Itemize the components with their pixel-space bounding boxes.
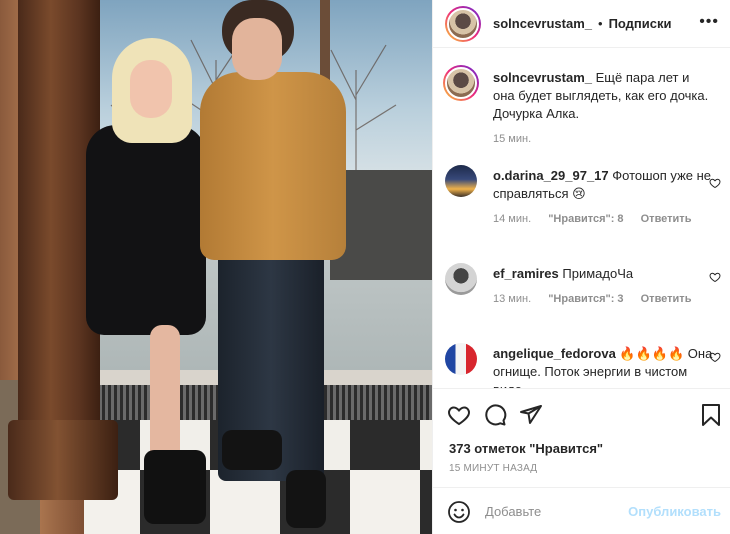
photo-woman-shoe bbox=[144, 450, 206, 524]
header-username[interactable]: solncevrustam_ bbox=[493, 16, 592, 31]
reply-button[interactable]: Ответить bbox=[641, 213, 692, 225]
comment-input[interactable]: Добавьте bbox=[485, 504, 628, 519]
reply-button[interactable]: Ответить bbox=[641, 293, 692, 305]
heart-icon[interactable] bbox=[709, 177, 721, 189]
photo-man-shoe bbox=[222, 430, 282, 470]
photo-woman-face bbox=[130, 60, 172, 118]
more-icon[interactable]: ••• bbox=[699, 13, 719, 31]
comment-time[interactable]: 14 мин. bbox=[493, 213, 531, 225]
photo-man-shoe bbox=[286, 470, 326, 528]
comments-list[interactable]: solncevrustam_ Ещё пара лет и она будет … bbox=[433, 49, 730, 388]
comment-likes[interactable]: "Нравится": 3 bbox=[548, 293, 623, 305]
comment-text: o.darina_29_97_17 Фотошоп уже не справля… bbox=[493, 167, 713, 203]
comment-time[interactable]: 13 мин. bbox=[493, 293, 531, 305]
share-icon[interactable] bbox=[519, 403, 543, 427]
photo-column-base bbox=[8, 420, 118, 500]
caption-username[interactable]: solncevrustam_ bbox=[493, 70, 592, 85]
caption-text: solncevrustam_ Ещё пара лет и она будет … bbox=[493, 69, 713, 123]
comment-icon[interactable] bbox=[483, 403, 507, 427]
avatar[interactable] bbox=[445, 5, 481, 42]
comment-username[interactable]: o.darina_29_97_17 bbox=[493, 168, 609, 183]
add-comment-bar: Добавьте Опубликовать bbox=[433, 487, 730, 534]
post-panel: solncevrustam_ • Подписки ••• solncevrus… bbox=[432, 0, 730, 534]
comment-text: ef_ramires ПримадоЧа bbox=[493, 265, 713, 283]
avatar[interactable] bbox=[445, 165, 477, 197]
following-button[interactable]: Подписки bbox=[609, 16, 672, 31]
post-photo[interactable] bbox=[0, 0, 432, 534]
header-separator: • bbox=[598, 16, 603, 31]
heart-icon[interactable] bbox=[447, 403, 471, 427]
comment-meta: 13 мин. "Нравится": 3 Ответить bbox=[493, 293, 705, 305]
post-actions: 373 отметок "Нравится" 15 МИНУТ НАЗАД До… bbox=[433, 388, 730, 534]
bookmark-icon[interactable] bbox=[699, 403, 723, 427]
avatar[interactable] bbox=[445, 263, 477, 295]
comment-body: ПримадоЧа bbox=[558, 266, 634, 281]
avatar[interactable] bbox=[445, 343, 477, 375]
avatar[interactable] bbox=[443, 65, 479, 101]
photo-man-face bbox=[232, 18, 282, 80]
photo-woman-dress bbox=[86, 125, 206, 335]
comment-text: angelique_fedorova 🔥🔥🔥🔥 Она огнище. Пото… bbox=[493, 345, 713, 388]
post-header: solncevrustam_ • Подписки ••• bbox=[433, 0, 730, 48]
comment-username[interactable]: angelique_fedorova bbox=[493, 346, 616, 361]
heart-icon[interactable] bbox=[709, 271, 721, 283]
heart-icon[interactable] bbox=[709, 351, 721, 363]
likes-count[interactable]: 373 отметок "Нравится" bbox=[449, 441, 603, 456]
comment-likes[interactable]: "Нравится": 8 bbox=[548, 213, 623, 225]
post-time: 15 МИНУТ НАЗАД bbox=[449, 463, 538, 474]
photo-man-sweater bbox=[200, 72, 346, 260]
caption-meta: 15 мин. bbox=[493, 133, 545, 145]
caption-time[interactable]: 15 мин. bbox=[493, 133, 531, 145]
comment-meta: 14 мин. "Нравится": 8 Ответить bbox=[493, 213, 705, 225]
smile-icon[interactable] bbox=[447, 500, 471, 524]
comment-username[interactable]: ef_ramires bbox=[493, 266, 559, 281]
publish-button[interactable]: Опубликовать bbox=[628, 504, 721, 519]
